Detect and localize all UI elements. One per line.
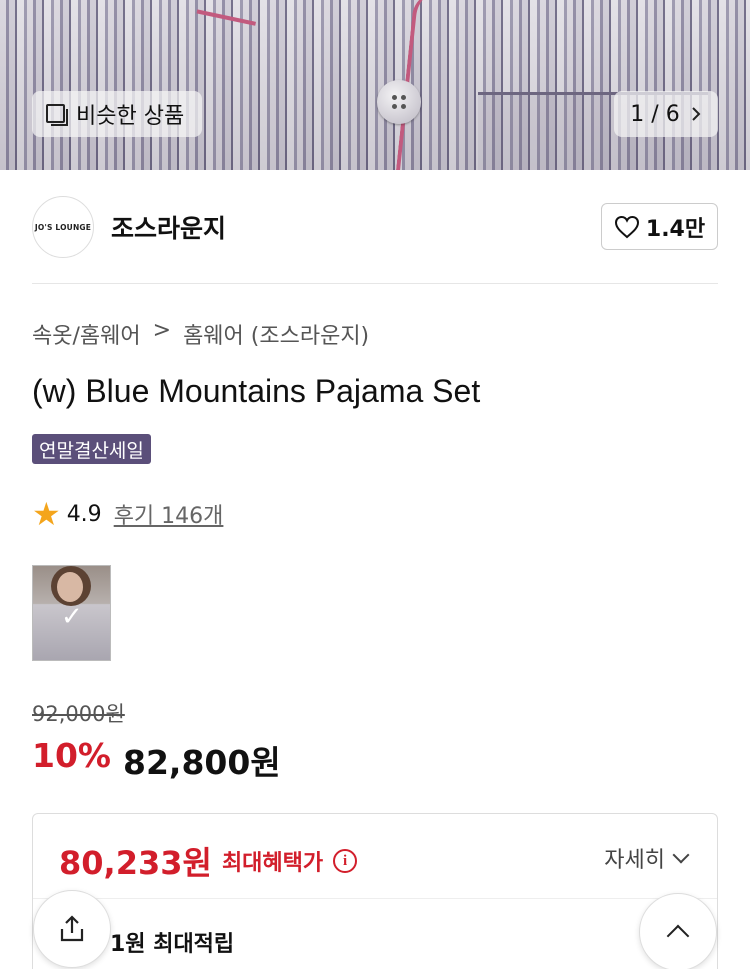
max-benefit-label: 최대혜택가 — [221, 851, 324, 876]
chevron-down-icon — [672, 846, 690, 864]
shirt-button-graphic — [377, 80, 421, 124]
info-icon[interactable]: i — [333, 849, 358, 873]
check-icon: ✓ — [61, 602, 83, 632]
breadcrumb-category[interactable]: 속옷/홈웨어 — [32, 318, 141, 350]
like-button[interactable]: 1.4만 — [601, 203, 718, 250]
color-option-thumbnail[interactable]: ✓ — [32, 565, 111, 661]
product-image-carousel[interactable]: 비슷한 상품 1 / 6 — [0, 0, 750, 170]
max-benefit-row: 80,233원 최대혜택가 i — [59, 838, 358, 884]
image-counter: 1 / 6 — [630, 101, 680, 127]
like-count: 1.4만 — [645, 216, 706, 242]
product-title: (w) Blue Mountains Pajama Set — [32, 373, 481, 409]
brand-logo[interactable]: JO'S LOUNGE — [32, 196, 94, 258]
breadcrumb: 속옷/홈웨어 > 홈웨어 (조스라운지) — [32, 318, 369, 350]
sale-badge: 연말결산세일 — [32, 434, 151, 464]
max-benefit-price: 80,233원 — [59, 844, 212, 882]
rating-row: ★ 4.9 후기 146개 — [32, 498, 223, 530]
divider — [33, 898, 717, 899]
rating-score: 4.9 — [66, 501, 102, 527]
collar-piping-graphic — [196, 0, 264, 26]
share-button[interactable] — [33, 890, 111, 968]
detail-toggle-label: 자세히 — [604, 848, 665, 873]
chevron-up-icon — [666, 924, 690, 948]
image-counter-button[interactable]: 1 / 6 — [614, 91, 718, 137]
brand-logo-text: JO'S LOUNGE — [34, 222, 92, 232]
divider — [32, 283, 718, 284]
discount-rate: 10% — [32, 736, 111, 775]
heart-icon — [614, 215, 639, 238]
reviews-link[interactable]: 후기 146개 — [114, 498, 224, 530]
breadcrumb-subcategory[interactable]: 홈웨어 (조스라운지) — [183, 318, 369, 350]
similar-products-button[interactable]: 비슷한 상품 — [32, 91, 202, 137]
similar-products-label: 비슷한 상품 — [76, 104, 185, 129]
original-price: 92,000원 — [32, 702, 125, 726]
similar-products-icon — [46, 104, 68, 126]
brand-name[interactable]: 조스라운지 — [111, 209, 226, 245]
scroll-to-top-button[interactable] — [639, 893, 717, 969]
share-icon — [60, 915, 84, 942]
sale-price: 82,800원 — [123, 743, 281, 782]
points-info: 1원 최대적립 — [110, 932, 235, 957]
breadcrumb-separator: > — [152, 318, 172, 343]
star-icon: ★ — [32, 495, 61, 533]
price-row: 10% 82,800원 — [32, 736, 281, 784]
thumbnail-graphic — [57, 572, 83, 602]
detail-toggle-button[interactable]: 자세히 — [604, 842, 690, 874]
chevron-right-icon — [691, 107, 701, 121]
benefit-box: 80,233원 최대혜택가 i 자세히 1원 최대적립 — [32, 813, 718, 969]
